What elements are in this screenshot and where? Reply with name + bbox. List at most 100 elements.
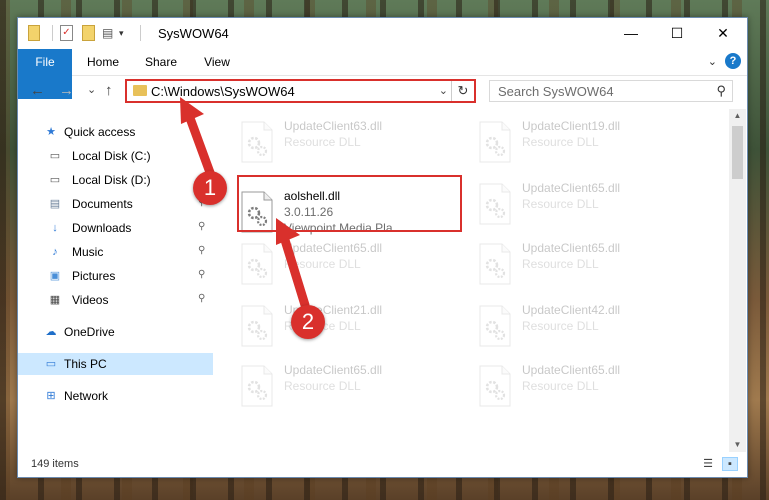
dll-file-icon [479, 243, 511, 285]
ribbon: File Home Share View ⌄ ? [18, 49, 747, 99]
file-name: UpdateClient63.dll [284, 119, 383, 133]
tab-home[interactable]: Home [80, 49, 126, 75]
dll-file-icon [479, 183, 511, 225]
file-name: UpdateClient65.dll [284, 363, 383, 377]
pin-icon[interactable]: ⚲ [198, 245, 205, 256]
separator [140, 25, 141, 41]
scroll-up-icon[interactable]: ▲ [729, 109, 746, 123]
chevron-down-icon[interactable]: ⌄ [708, 55, 717, 68]
search-icon[interactable]: ⚲ [716, 83, 726, 99]
file-name: UpdateClient65.dll [284, 241, 383, 255]
step-2-badge: 2 [291, 305, 325, 339]
sidebar-item-label: Videos [72, 293, 109, 307]
music-icon: ♪ [52, 246, 58, 258]
pin-icon[interactable]: ⚲ [198, 221, 205, 232]
customize-icon[interactable]: ▤ [102, 25, 116, 41]
title-bar: ✓ ▤ ▾ SysWOW64 — ☐ ✕ [18, 18, 747, 49]
navigation-bar: ← → ⌄ ↑ C:\Windows\SysWOW64 ⌄ ↻ Search S… [18, 75, 747, 109]
pictures-icon: ▣ [49, 270, 61, 282]
pin-icon[interactable]: ⚲ [198, 293, 205, 304]
large-icons-view-icon[interactable]: ▪ [722, 457, 738, 471]
properties-icon[interactable]: ✓ [60, 25, 73, 41]
sidebar-item-label: Documents [72, 197, 133, 211]
folder-icon [133, 85, 147, 96]
file-type: Resource DLL [284, 135, 361, 149]
star-icon: ★ [46, 126, 56, 138]
sidebar-item-videos[interactable]: ▦ Videos ⚲ [18, 289, 213, 311]
scroll-down-icon[interactable]: ▼ [729, 438, 746, 452]
tab-view[interactable]: View [194, 49, 240, 75]
sidebar-item-label: Network [64, 389, 109, 403]
close-button[interactable]: ✕ [700, 18, 746, 49]
folder-icon [28, 25, 40, 41]
address-path[interactable]: C:\Windows\SysWOW64 [151, 84, 295, 99]
file-item[interactable]: UpdateClient65.dll Resource DLL [474, 179, 694, 229]
file-item[interactable]: UpdateClient21.dllResource DLL [236, 301, 456, 351]
pin-icon[interactable]: ⚲ [198, 269, 205, 280]
file-list: UpdateClient63.dll Resource DLL UpdateClie… [214, 109, 730, 444]
address-bar[interactable]: C:\Windows\SysWOW64 ⌄ ↻ [125, 79, 476, 103]
chevron-down-icon[interactable]: ⌄ [439, 84, 448, 97]
network-icon: ⊞ [46, 390, 56, 402]
download-icon: ↓ [52, 222, 58, 234]
file-type: Resource DLL [522, 135, 599, 149]
minimize-button[interactable]: — [608, 18, 654, 49]
dll-file-icon [241, 365, 273, 407]
sidebar-item-quick-access[interactable]: ★ Quick access [18, 121, 213, 143]
window-title: SysWOW64 [158, 26, 229, 41]
sidebar-item-onedrive[interactable]: ☁ OneDrive [18, 321, 213, 343]
drive-icon: ▭ [49, 150, 61, 162]
file-item[interactable]: UpdateClient65.dll Resource DLL [236, 361, 456, 411]
sidebar-item-documents[interactable]: ▤Documents⚲ [18, 193, 213, 215]
file-name: UpdateClient65.dll [522, 363, 621, 377]
search-input[interactable]: Search SysWOW64 ⚲ [489, 80, 733, 102]
vertical-scrollbar[interactable]: ▲ ▼ [729, 109, 746, 452]
file-name: UpdateClient42.dll [522, 303, 621, 317]
sidebar-item-music[interactable]: ♪ Music ⚲ [18, 241, 213, 263]
dll-file-icon [479, 305, 511, 347]
sidebar-item-pictures[interactable]: ▣ Pictures ⚲ [18, 265, 213, 287]
sidebar-item-label: Pictures [72, 269, 116, 283]
dll-file-icon [479, 121, 511, 163]
file-item[interactable]: UpdateClient42.dll Resource DLL [474, 301, 694, 351]
sidebar-item-label: Local Disk (D:) [72, 173, 151, 187]
search-placeholder: Search SysWOW64 [498, 84, 614, 99]
details-view-icon[interactable]: ☰ [700, 457, 716, 471]
sidebar-item-downloads[interactable]: ↓ Downloads ⚲ [18, 217, 213, 239]
file-explorer-window: ✓ ▤ ▾ SysWOW64 — ☐ ✕ File Home Share Vie… [17, 17, 748, 478]
file-item[interactable]: UpdateClient65.dll Resource DLL [474, 239, 694, 289]
sidebar-item-label: Music [72, 245, 104, 259]
quick-access-dropdown-icon[interactable]: ▾ [119, 25, 127, 41]
file-type: Resource DLL [522, 379, 599, 393]
tab-share[interactable]: Share [138, 49, 184, 75]
back-arrow-icon[interactable]: ← [30, 82, 45, 99]
up-arrow-icon[interactable]: ↑ [105, 82, 113, 99]
file-highlight-box [237, 175, 462, 232]
cloud-icon: ☁ [45, 326, 57, 338]
refresh-icon[interactable]: ↻ [451, 81, 474, 101]
dll-file-icon [241, 121, 273, 163]
dll-file-icon [241, 305, 273, 347]
drive-icon: ▭ [49, 174, 61, 186]
file-item[interactable]: UpdateClient65.dll Resource DLL [474, 361, 694, 411]
file-item[interactable]: UpdateClient19.dll Resource DLL [474, 117, 694, 167]
dll-file-icon [479, 365, 511, 407]
file-item[interactable]: UpdateClient65.dll Resource DLL [236, 239, 456, 289]
file-item[interactable]: UpdateClient63.dll Resource DLL [236, 117, 456, 167]
sidebar-item-this-pc[interactable]: ▭ This PC [18, 353, 213, 375]
scrollbar-thumb[interactable] [732, 126, 743, 179]
file-type: Resource DLL [522, 197, 599, 211]
dll-file-icon [241, 243, 273, 285]
sidebar-item-local-disk-c[interactable]: ▭ Local Disk (C:) [18, 145, 213, 167]
new-folder-icon[interactable] [82, 25, 95, 41]
sidebar-item-network[interactable]: ⊞ Network [18, 385, 213, 407]
item-count: 149 items [31, 458, 79, 470]
maximize-button[interactable]: ☐ [654, 18, 700, 49]
navigation-pane: ★ Quick access ▭ Local Disk (C:) ▭ Local Disk… [18, 109, 213, 444]
file-name: UpdateClient65.dll [522, 241, 621, 255]
help-icon[interactable]: ? [725, 53, 741, 69]
recent-locations-icon[interactable]: ⌄ [87, 83, 96, 96]
forward-arrow-icon[interactable]: → [59, 82, 74, 99]
videos-icon: ▦ [49, 294, 61, 306]
sidebar-item-local-disk-d[interactable]: ▭ Local Disk (D:) [18, 169, 213, 191]
